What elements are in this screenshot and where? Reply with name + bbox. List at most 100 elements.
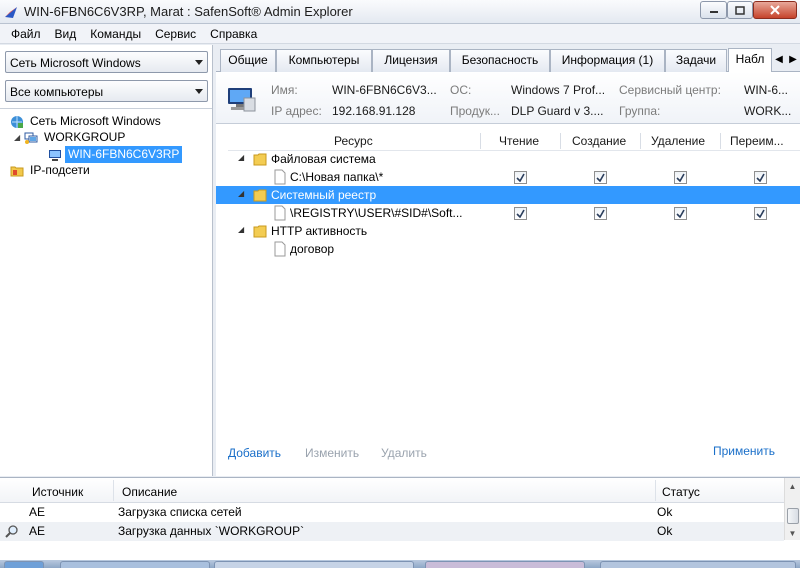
log-source: AE [29,524,46,538]
rename-checkbox[interactable] [754,171,767,184]
column-header-rename[interactable]: Переим... [730,134,784,148]
taskbar-item[interactable] [600,561,796,568]
read-checkbox[interactable] [514,207,527,220]
log-scrollbar[interactable]: ▲ ▼ [784,478,800,540]
checkmark-icon [596,209,605,218]
menu-bar: Файл Вид Команды Сервис Справка [0,24,800,44]
divider [655,480,656,501]
resource-label: \REGISTRY\USER\#SID#\Soft... [290,206,463,220]
scroll-up-icon[interactable]: ▲ [785,479,800,493]
network-combo-value: Сеть Microsoft Windows [10,56,141,70]
tree-node-workgroup[interactable]: ◢ WORKGROUP [14,129,128,146]
title-bar: WIN-6FBN6C6V3RP, Marat : SafenSoft® Admi… [0,0,800,24]
scroll-down-icon[interactable]: ▼ [785,526,800,540]
scroll-thumb[interactable] [787,508,799,524]
tab-tasks[interactable]: Задачи [665,49,727,72]
collapse-icon[interactable]: ◢ [238,153,244,162]
tab-computers[interactable]: Компьютеры [276,49,372,72]
taskbar-item[interactable] [214,561,414,568]
tab-strip: Общие Компьютеры Лицензия Безопасность И… [216,45,800,72]
table-row[interactable]: C:\Новая папка\* [216,168,800,186]
tree-node-ip-subnets[interactable]: IP-подсети [10,162,93,179]
column-header-resource[interactable]: Ресурс [334,134,373,148]
tree-label: WORKGROUP [44,130,126,144]
os-label: ОС: [450,83,472,97]
checkmark-icon [516,173,525,182]
column-header-create[interactable]: Создание [572,134,626,148]
ip-value: 192.168.91.128 [332,104,416,118]
table-row[interactable]: ◢ HTTP активность [216,222,800,240]
left-pane: Сеть Microsoft Windows Все компьютеры Се… [0,45,213,476]
read-checkbox[interactable] [514,171,527,184]
edit-button[interactable]: Изменить [305,446,359,460]
menu-help[interactable]: Справка [203,24,264,44]
resource-label: C:\Новая папка\* [290,170,384,184]
tab-information[interactable]: Информация (1) [550,49,665,72]
taskbar-item[interactable] [4,561,44,568]
divider [480,133,481,149]
workgroup-icon [24,132,38,144]
ip-label: IP адрес: [271,104,322,118]
network-combo[interactable]: Сеть Microsoft Windows [5,51,208,73]
table-row[interactable]: \REGISTRY\USER\#SID#\Soft... [216,204,800,222]
delete-checkbox[interactable] [674,171,687,184]
column-header-description[interactable]: Описание [122,485,177,499]
column-header-source[interactable]: Источник [32,485,83,499]
collapse-icon[interactable]: ◢ [14,133,24,142]
collapse-icon[interactable]: ◢ [238,225,244,234]
chevron-left-icon[interactable]: ◀ [774,51,784,67]
column-header-status[interactable]: Статус [662,485,700,499]
column-header-delete[interactable]: Удаление [651,134,705,148]
delete-checkbox[interactable] [674,207,687,220]
table-row[interactable]: ◢ Файловая система [216,150,800,168]
remove-button[interactable]: Удалить [381,446,427,460]
computer-icon [49,149,61,161]
divider [720,133,721,149]
permissions-grid: Ресурс Чтение Создание Удаление Переим..… [216,124,800,476]
taskbar-item[interactable] [425,561,585,568]
tab-general[interactable]: Общие [220,49,276,72]
create-checkbox[interactable] [594,207,607,220]
menu-file[interactable]: Файл [4,24,48,44]
network-icon [11,115,23,128]
product-value: DLP Guard v 3.... [511,104,604,118]
folder-icon [253,153,267,166]
tree-node-computer[interactable]: WIN-6FBN6C6V3RP [48,146,183,163]
checkmark-icon [756,209,765,218]
menu-commands[interactable]: Команды [83,24,148,44]
search-icon [5,525,18,538]
chevron-right-icon[interactable]: ▶ [788,51,798,67]
tab-security[interactable]: Безопасность [450,49,550,72]
divider [640,133,641,149]
table-row[interactable]: договор [216,240,800,258]
menu-view[interactable]: Вид [48,24,84,44]
resource-label: договор [290,242,335,256]
menu-service[interactable]: Сервис [148,24,203,44]
log-status: Ok [657,524,673,538]
tab-license[interactable]: Лицензия [372,49,450,72]
maximize-icon [735,5,745,15]
collapse-icon[interactable]: ◢ [238,189,244,198]
create-checkbox[interactable] [594,171,607,184]
column-header-read[interactable]: Чтение [499,134,539,148]
tree-node-network[interactable]: Сеть Microsoft Windows [10,113,164,130]
log-row[interactable]: AE Загрузка данных `WORKGROUP` Ok [0,522,784,541]
file-icon [274,241,286,257]
name-label: Имя: [271,83,298,97]
maximize-button[interactable] [727,1,753,19]
minimize-icon [709,11,718,13]
rename-checkbox[interactable] [754,207,767,220]
minimize-button[interactable] [700,1,727,19]
taskbar-item[interactable] [60,561,210,568]
log-status: Ok [657,505,673,519]
filter-combo[interactable]: Все компьютеры [5,80,208,102]
chevron-down-icon [191,52,207,72]
table-row[interactable]: ◢ Системный реестр [216,186,800,204]
apply-button[interactable]: Применить [713,444,775,458]
close-button[interactable] [753,1,797,19]
tree-label: IP-подсети [30,163,90,177]
log-row[interactable]: AE Загрузка списка сетей Ok [0,503,784,522]
add-button[interactable]: Добавить [228,446,281,460]
app-icon [5,7,17,18]
tab-monitoring[interactable]: Набл [728,48,772,72]
